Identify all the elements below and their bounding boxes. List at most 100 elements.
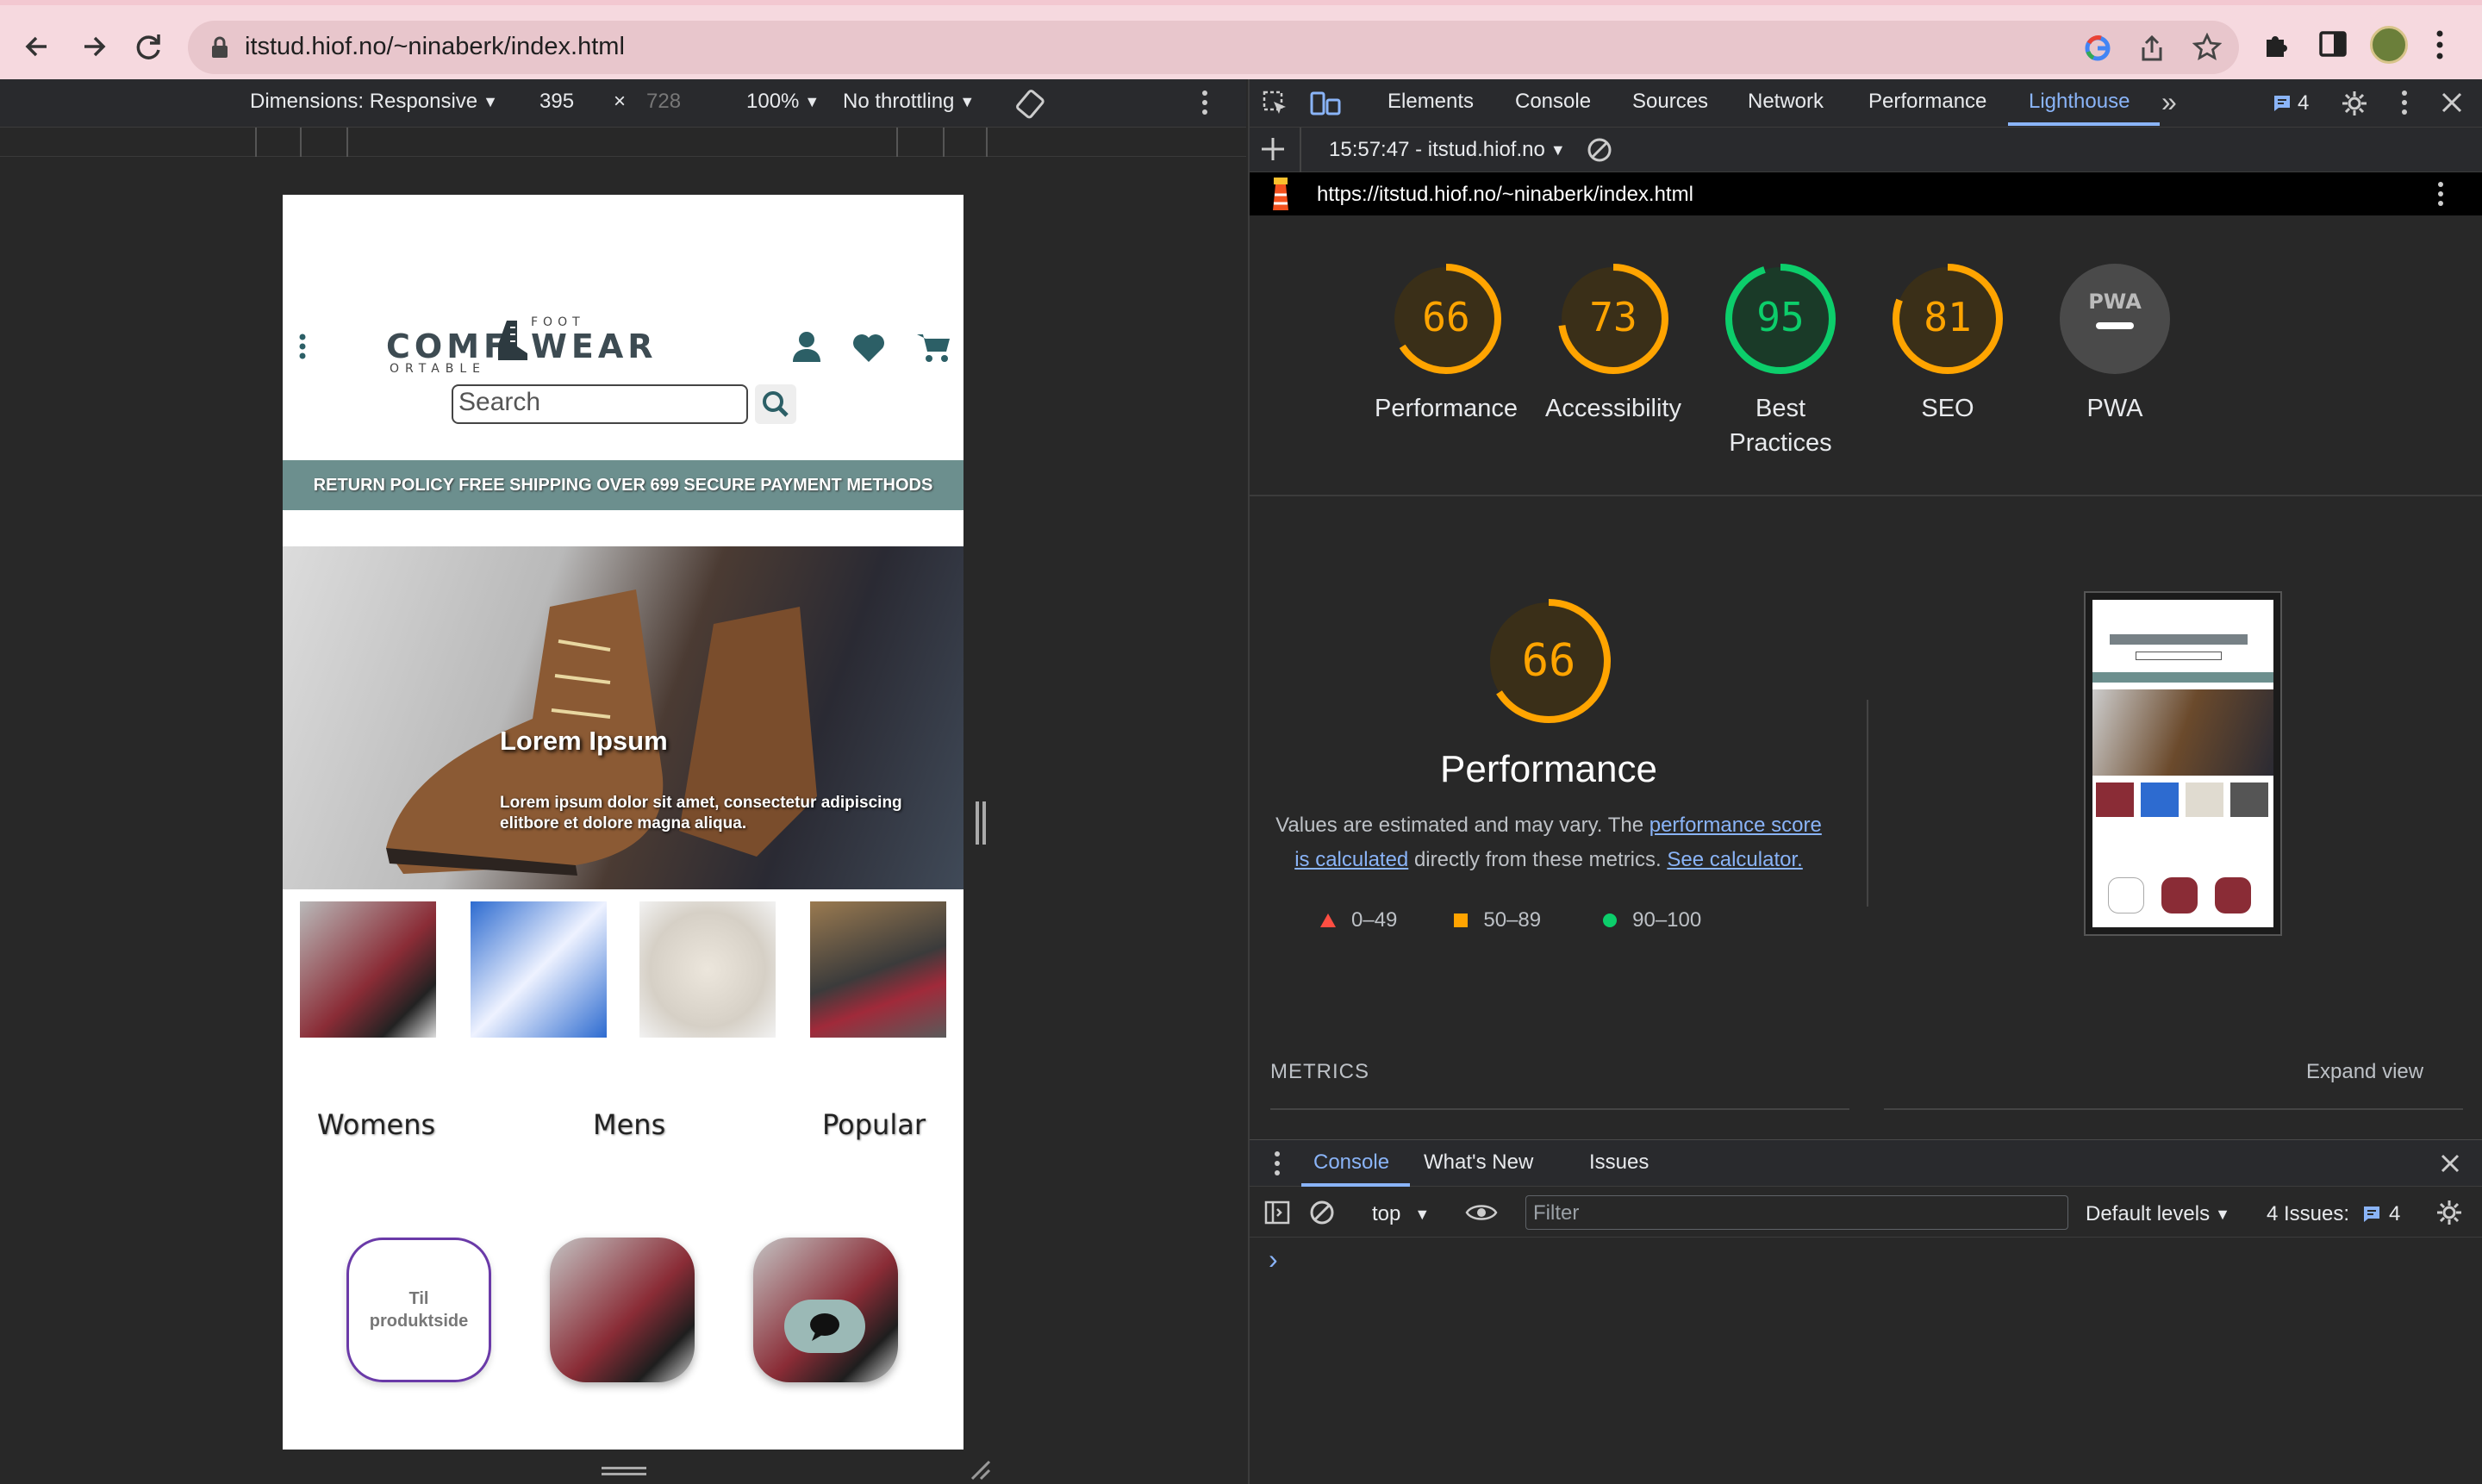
- console-prompt[interactable]: ›: [1269, 1244, 1278, 1275]
- thumbnail-popular[interactable]: [639, 901, 776, 1038]
- gauge-label: PWA: [2086, 395, 2143, 422]
- new-report-icon[interactable]: [1258, 134, 1288, 164]
- back-icon[interactable]: [14, 22, 62, 71]
- times-symbol: ×: [614, 90, 627, 113]
- category-mens[interactable]: Mens: [593, 1108, 665, 1141]
- media-query-ruler: [0, 128, 1246, 157]
- report-menu-icon[interactable]: [2437, 181, 2444, 207]
- tab-network[interactable]: Network: [1748, 90, 1824, 114]
- product-page-button[interactable]: Til produktside: [346, 1238, 491, 1382]
- hamburger-menu-icon[interactable]: [298, 333, 307, 360]
- device-mode-icon[interactable]: [1310, 90, 1341, 117]
- resize-corner-icon[interactable]: [969, 1458, 991, 1481]
- gauge-best-practices[interactable]: 95 Best Practices: [1694, 259, 1867, 460]
- cart-icon[interactable]: [915, 331, 951, 364]
- gauge-performance[interactable]: 66 Performance: [1360, 259, 1532, 426]
- dimensions-select[interactable]: Dimensions: Responsive ▼: [250, 90, 498, 114]
- address-bar[interactable]: itstud.hiof.no/~ninaberk/index.html: [188, 21, 2239, 74]
- log-levels-select[interactable]: Default levels ▼: [2086, 1202, 2230, 1226]
- clear-console-icon[interactable]: [1308, 1199, 1336, 1226]
- sidebar-toggle-icon[interactable]: [1263, 1199, 1291, 1226]
- screenshot-hero: [2092, 689, 2273, 776]
- height-input[interactable]: 728: [646, 90, 681, 114]
- extensions-icon[interactable]: [2263, 29, 2292, 59]
- more-tabs-icon[interactable]: »: [2161, 86, 2177, 118]
- search-input[interactable]: Search: [452, 384, 748, 424]
- gauge-ring: 81: [1893, 264, 2003, 374]
- throttling-label: No throttling: [843, 90, 955, 113]
- throttling-select[interactable]: No throttling ▼: [843, 90, 975, 114]
- tab-performance[interactable]: Performance: [1868, 90, 1986, 114]
- close-drawer-icon[interactable]: [2439, 1152, 2461, 1175]
- drawer-menu-icon[interactable]: [1274, 1150, 1281, 1176]
- console-drawer: Console What's New Issues top ▼ Filter D…: [1250, 1139, 2482, 1484]
- share-icon[interactable]: [2139, 34, 2165, 62]
- site-logo[interactable]: FOOT COMF WEAR ORTABLE: [386, 315, 653, 376]
- category-womens[interactable]: Womens: [317, 1108, 435, 1141]
- thumbnail-skate[interactable]: [810, 901, 946, 1038]
- dimensions-label: Dimensions: Responsive: [250, 90, 478, 113]
- caret-down-icon: ▼: [2215, 1205, 2230, 1223]
- resize-handle-bottom[interactable]: [602, 1467, 646, 1469]
- zoom-select[interactable]: 100% ▼: [746, 90, 820, 114]
- performance-title: Performance: [1440, 748, 1657, 790]
- context-select[interactable]: top ▼: [1372, 1202, 1430, 1226]
- message-icon: [2274, 96, 2290, 111]
- console-filter-input[interactable]: Filter: [1525, 1195, 2068, 1230]
- rotate-icon[interactable]: [1013, 86, 1048, 121]
- width-input[interactable]: 395: [539, 90, 574, 114]
- clear-reports-icon[interactable]: [1586, 136, 1613, 164]
- device-more-icon[interactable]: [1201, 90, 1208, 115]
- console-settings-icon[interactable]: [2435, 1199, 2463, 1226]
- caret-down-icon: ▼: [483, 92, 498, 110]
- expand-view-toggle[interactable]: Expand view: [2306, 1060, 2423, 1084]
- tab-console[interactable]: Console: [1515, 90, 1591, 114]
- side-panel-icon[interactable]: [2318, 29, 2348, 59]
- legend-average: 50–89: [1483, 908, 1542, 932]
- legend-pass: 90–100: [1632, 908, 1702, 932]
- screenshot-cta: [2161, 877, 2198, 913]
- settings-gear-icon[interactable]: [2341, 90, 2368, 117]
- final-screenshot-thumbnail[interactable]: [2084, 591, 2282, 936]
- orange-square-icon: [1454, 913, 1469, 927]
- devtools-more-icon[interactable]: [2401, 90, 2408, 115]
- gauge-score: 95: [1756, 294, 1804, 340]
- search-button[interactable]: [755, 384, 796, 424]
- profile-avatar[interactable]: [2370, 26, 2408, 64]
- tab-elements[interactable]: Elements: [1388, 90, 1474, 114]
- drawer-tab-console[interactable]: Console: [1313, 1150, 1389, 1175]
- legend-fail: 0–49: [1351, 908, 1398, 932]
- divider: [1250, 495, 2482, 496]
- description-text: Values are estimated and may vary. The: [1275, 814, 1649, 837]
- user-icon[interactable]: [791, 329, 822, 364]
- chat-bubble-icon: [810, 1313, 839, 1341]
- google-icon[interactable]: [2084, 34, 2111, 62]
- inspect-element-icon[interactable]: [1262, 90, 1289, 117]
- product-thumb-button[interactable]: [550, 1238, 695, 1382]
- performance-gauge-large: 66: [1484, 596, 1613, 726]
- close-devtools-icon[interactable]: [2439, 90, 2465, 115]
- gauge-seo[interactable]: 81 SEO: [1862, 259, 2034, 426]
- thumbnail-womens[interactable]: [300, 901, 436, 1038]
- report-select[interactable]: 15:57:47 - itstud.hiof.no ▼: [1329, 138, 1566, 162]
- forward-icon[interactable]: [69, 22, 117, 71]
- lock-icon[interactable]: [210, 36, 229, 59]
- chat-button[interactable]: [784, 1300, 865, 1353]
- tab-lighthouse[interactable]: Lighthouse: [2029, 90, 2130, 114]
- drawer-tab-issues[interactable]: Issues: [1589, 1150, 1649, 1175]
- resize-handle-right[interactable]: [976, 801, 979, 845]
- issues-badge[interactable]: 4: [2272, 91, 2309, 115]
- console-issues-counter[interactable]: 4 Issues: 4: [2267, 1202, 2400, 1226]
- category-popular[interactable]: Popular: [822, 1108, 926, 1141]
- gauge-accessibility[interactable]: 73 Accessibility: [1527, 259, 1699, 426]
- live-expression-eye-icon[interactable]: [1465, 1199, 1498, 1226]
- bookmark-star-icon[interactable]: [2192, 33, 2222, 62]
- gauge-pwa[interactable]: PWA PWA: [2029, 259, 2201, 426]
- drawer-tab-whats-new[interactable]: What's New: [1424, 1150, 1533, 1175]
- thumbnail-mens[interactable]: [471, 901, 607, 1038]
- chrome-menu-icon[interactable]: [2435, 29, 2444, 60]
- heart-icon[interactable]: [851, 333, 886, 364]
- calculator-link[interactable]: See calculator.: [1667, 848, 1802, 871]
- reload-icon[interactable]: [124, 22, 172, 71]
- tab-sources[interactable]: Sources: [1632, 90, 1708, 114]
